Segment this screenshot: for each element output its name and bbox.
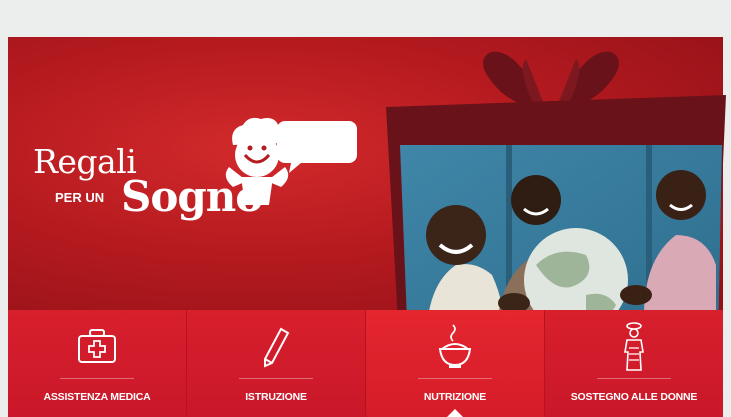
pencil-icon (261, 322, 291, 372)
tab-sostegno-alle-donne[interactable]: SOSTEGNO ALLE DONNE (545, 310, 723, 417)
mascot-child-speech-icon (225, 117, 357, 205)
category-tabs: ASSISTENZA MEDICA ISTRUZIONE NUTRIZIONE (8, 310, 723, 417)
tab-divider (239, 378, 313, 379)
tab-label: NUTRIZIONE (423, 391, 487, 403)
food-bowl-icon (438, 322, 472, 372)
tab-nutrizione[interactable]: NUTRIZIONE (366, 310, 545, 417)
active-tab-pointer (447, 409, 463, 417)
tab-assistenza-medica[interactable]: ASSISTENZA MEDICA (8, 310, 187, 417)
tab-label: ISTRUZIONE (245, 391, 307, 403)
tab-label: ASSISTENZA MEDICA (43, 391, 151, 403)
hero-banner: Regali PER UN Sogno (8, 37, 726, 345)
tab-divider (597, 378, 671, 379)
woman-carrying-icon (621, 322, 647, 372)
medical-kit-icon (76, 322, 118, 372)
tab-divider (418, 378, 492, 379)
tab-divider (60, 378, 134, 379)
tab-label: SOSTEGNO ALLE DONNE (570, 391, 698, 403)
logo-per-un-text: PER UN (55, 190, 105, 205)
tab-istruzione[interactable]: ISTRUZIONE (187, 310, 366, 417)
